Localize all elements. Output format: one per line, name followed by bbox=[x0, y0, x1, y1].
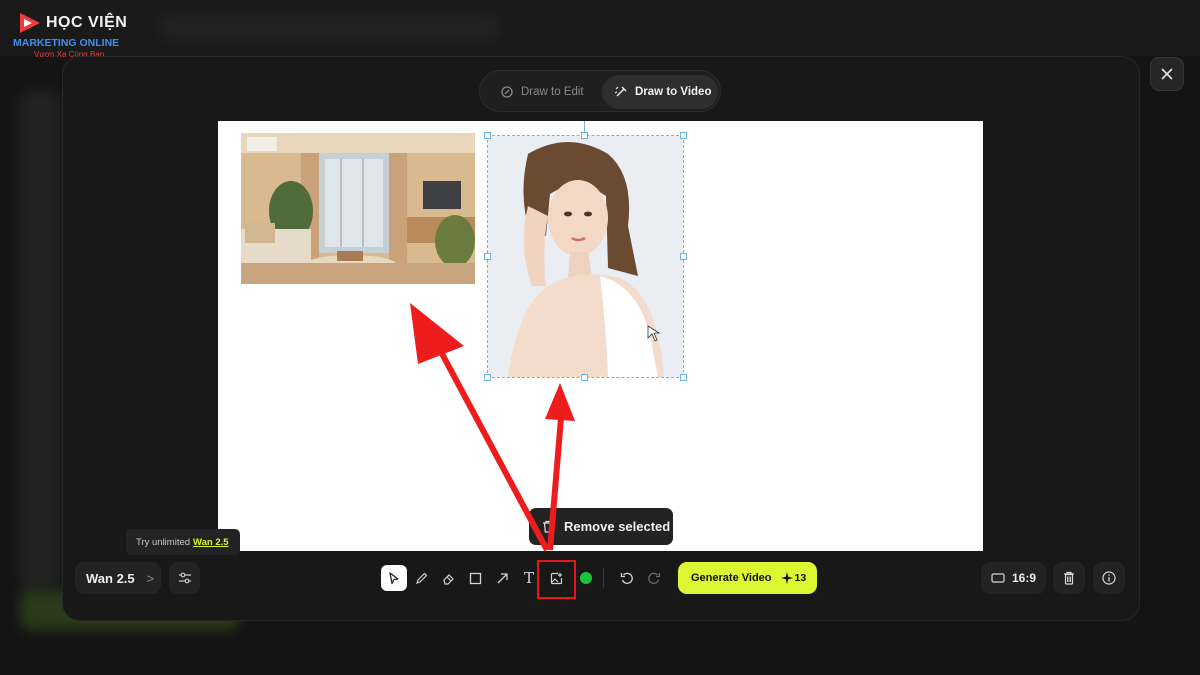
draw-to-video-label: Draw to Video bbox=[635, 86, 712, 98]
pencil-tool[interactable] bbox=[408, 565, 434, 591]
draw-to-edit-tab[interactable]: Draw to Edit bbox=[488, 75, 603, 109]
resize-handle-tr[interactable] bbox=[680, 132, 687, 139]
aspect-ratio-label: 16:9 bbox=[1012, 571, 1037, 585]
rectangle-icon bbox=[469, 572, 481, 584]
trash-icon bbox=[543, 520, 553, 533]
model-selector[interactable]: Wan 2.5 > bbox=[75, 562, 161, 594]
eraser-tool[interactable] bbox=[435, 565, 461, 591]
resize-handle-tl[interactable] bbox=[484, 132, 491, 139]
redo-button[interactable] bbox=[641, 565, 667, 591]
undo-button[interactable] bbox=[614, 565, 640, 591]
select-tool[interactable] bbox=[381, 565, 407, 591]
draw-edit-icon bbox=[501, 86, 513, 98]
redo-icon bbox=[648, 572, 661, 584]
living-room-image[interactable] bbox=[241, 133, 475, 284]
arrow-icon bbox=[497, 572, 508, 583]
credits-count: 13 bbox=[780, 572, 807, 584]
toolbar-divider bbox=[603, 568, 604, 588]
logo-line-2: MARKETING ONLINE bbox=[13, 37, 120, 49]
draw-to-video-tab[interactable]: Draw to Video bbox=[602, 75, 718, 109]
tooltip-prefix: Try unlimited bbox=[136, 536, 191, 548]
generate-label: Generate Video bbox=[691, 572, 772, 584]
close-button[interactable] bbox=[1150, 57, 1184, 91]
resize-handle-t[interactable] bbox=[581, 132, 588, 139]
info-button[interactable] bbox=[1093, 562, 1125, 594]
resize-handle-bl[interactable] bbox=[484, 374, 491, 381]
draw-video-icon bbox=[614, 86, 627, 97]
cursor-icon bbox=[389, 571, 399, 584]
sliders-icon bbox=[178, 572, 191, 584]
upgrade-tooltip: Try unlimited Wan 2.5 bbox=[126, 529, 240, 555]
draw-to-edit-label: Draw to Edit bbox=[521, 86, 584, 98]
rotate-handle-line bbox=[584, 121, 585, 132]
resize-handle-b[interactable] bbox=[581, 374, 588, 381]
aspect-ratio-selector[interactable]: 16:9 bbox=[981, 562, 1046, 594]
resize-handle-r[interactable] bbox=[680, 253, 687, 260]
close-icon bbox=[1161, 68, 1173, 80]
credits-value: 13 bbox=[794, 572, 807, 584]
selection-box[interactable] bbox=[487, 135, 684, 378]
rectangle-tool[interactable] bbox=[462, 565, 488, 591]
pencil-icon bbox=[415, 572, 427, 584]
color-picker[interactable] bbox=[580, 572, 592, 584]
watermark-logo: HỌC VIỆN MARKETING ONLINE Vươn Xa Cùng B… bbox=[10, 10, 130, 60]
chevron-right-icon: > bbox=[146, 570, 155, 586]
trash-icon bbox=[1064, 571, 1074, 585]
drawing-canvas[interactable] bbox=[218, 121, 983, 551]
tutorial-highlight-box bbox=[537, 560, 576, 599]
aspect-ratio-icon bbox=[991, 573, 1005, 583]
arrow-tool[interactable] bbox=[489, 565, 515, 591]
sparkle-icon bbox=[780, 572, 793, 584]
logo-line-1: HỌC VIỆN bbox=[46, 14, 128, 31]
background-sidebar bbox=[20, 90, 60, 590]
mode-toggle: Draw to Edit Draw to Video bbox=[479, 70, 721, 112]
remove-selected-label: Remove selected bbox=[564, 519, 671, 534]
eraser-icon bbox=[442, 573, 454, 585]
model-label: Wan 2.5 bbox=[86, 570, 135, 586]
text-icon: T bbox=[523, 569, 534, 587]
logo-play-icon bbox=[20, 13, 40, 33]
background-title bbox=[160, 14, 500, 40]
info-icon bbox=[1102, 571, 1116, 585]
resize-handle-l[interactable] bbox=[484, 253, 491, 260]
generate-video-button[interactable]: Generate Video 13 bbox=[678, 562, 817, 594]
settings-button[interactable] bbox=[169, 562, 200, 594]
tooltip-link[interactable]: Wan 2.5 bbox=[193, 537, 229, 548]
resize-handle-br[interactable] bbox=[680, 374, 687, 381]
delete-button[interactable] bbox=[1053, 562, 1085, 594]
undo-icon bbox=[620, 572, 633, 584]
remove-selected-toast[interactable]: Remove selected bbox=[529, 508, 673, 545]
